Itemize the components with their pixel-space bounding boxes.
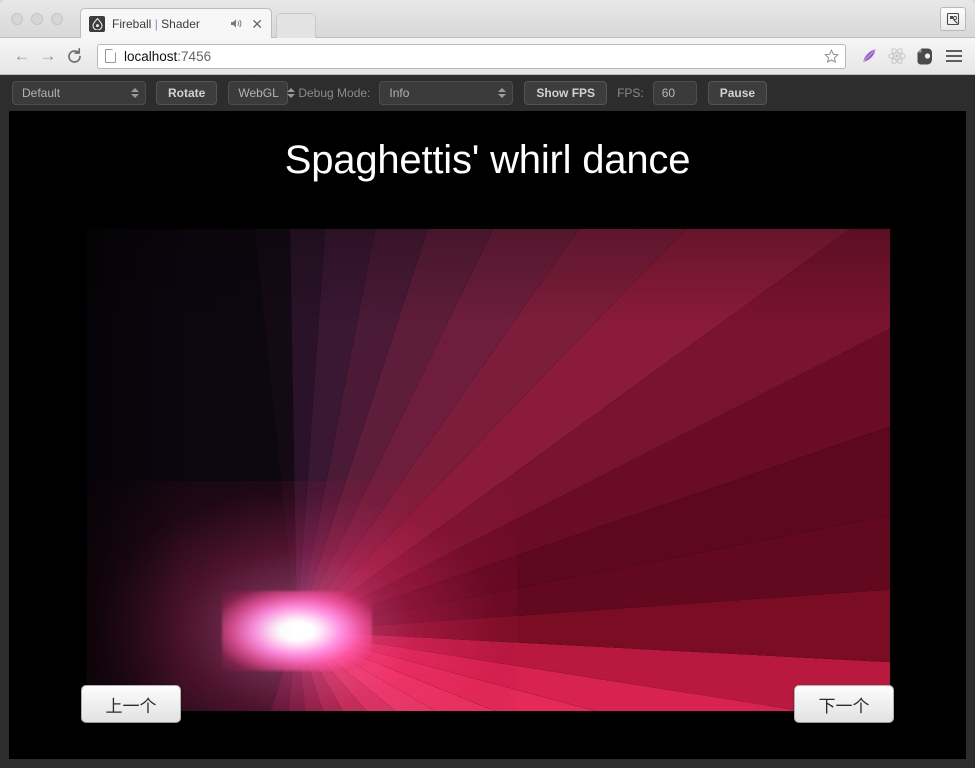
chevron-updown-icon <box>130 88 139 98</box>
page-content: Default Rotate WebGL Debug Mode: Info Sh… <box>0 75 975 768</box>
url-port: :7456 <box>177 48 212 64</box>
pause-button[interactable]: Pause <box>707 81 768 105</box>
tab-strip: Fireball | Shader ✕ <box>0 0 975 38</box>
previous-button[interactable]: 上一个 <box>81 685 181 723</box>
shader-stage: Spaghettis' whirl dance 上一个 下一个 <box>9 111 966 759</box>
shader-glow-core <box>222 591 372 671</box>
evernote-icon[interactable] <box>912 43 938 69</box>
address-bar[interactable]: localhost:7456 <box>97 43 846 69</box>
document-icon <box>105 49 116 63</box>
shader-toolbar: Default Rotate WebGL Debug Mode: Info Sh… <box>0 75 975 111</box>
browser-nav-bar: ← → localhost:7456 <box>0 38 975 75</box>
show-fps-button-label: Show FPS <box>536 86 596 100</box>
renderer-select[interactable]: WebGL <box>228 81 296 105</box>
zoom-window-button[interactable] <box>51 13 63 25</box>
address-bar-url[interactable]: localhost:7456 <box>124 49 821 64</box>
rotate-button[interactable]: Rotate <box>156 81 218 105</box>
tab-title-app: Fireball <box>112 16 152 31</box>
chevron-updown-icon <box>497 88 506 98</box>
preset-select[interactable]: Default <box>12 81 146 105</box>
tab-title-page: Shader <box>161 16 200 31</box>
show-fps-button[interactable]: Show FPS <box>524 81 608 105</box>
feather-icon[interactable] <box>856 43 882 69</box>
next-button[interactable]: 下一个 <box>794 685 894 723</box>
hamburger-menu-icon[interactable] <box>942 50 966 62</box>
pause-button-label: Pause <box>719 86 756 100</box>
page-title: Spaghettis' whirl dance <box>284 138 691 182</box>
reload-icon[interactable] <box>61 43 87 69</box>
close-icon[interactable]: ✕ <box>251 17 265 31</box>
debug-mode-label: Debug Mode: <box>298 86 371 100</box>
fireball-droplet-icon <box>89 15 105 32</box>
browser-window: Fireball | Shader ✕ ← → localhost:7456 D… <box>0 0 975 768</box>
previous-button-label: 上一个 <box>105 696 157 716</box>
browser-tab-title: Fireball | Shader <box>112 17 230 31</box>
fps-value-text: 60 <box>661 86 676 100</box>
shader-canvas[interactable] <box>87 229 890 711</box>
debug-mode-select[interactable]: Info <box>379 81 514 105</box>
window-traffic-lights <box>11 13 63 25</box>
minimize-window-button[interactable] <box>31 13 43 25</box>
arrow-right-icon[interactable]: → <box>35 43 61 69</box>
url-host: localhost <box>124 48 178 64</box>
next-button-label: 下一个 <box>818 696 870 716</box>
renderer-select-value: WebGL <box>238 86 279 100</box>
chevron-updown-icon <box>287 88 296 98</box>
browser-tab-active[interactable]: Fireball | Shader ✕ <box>80 8 272 38</box>
react-devtools-icon[interactable] <box>884 43 910 69</box>
preset-select-value: Default <box>22 86 61 100</box>
new-tab-button[interactable] <box>276 13 316 38</box>
arrow-left-icon[interactable]: ← <box>9 43 35 69</box>
star-icon[interactable] <box>821 46 841 66</box>
rotate-button-label: Rotate <box>168 86 206 100</box>
fps-label: FPS: <box>617 86 644 100</box>
speaker-icon[interactable] <box>230 18 243 29</box>
fps-value-field[interactable]: 60 <box>652 81 697 105</box>
close-window-button[interactable] <box>11 13 23 25</box>
debug-mode-select-value: Info <box>389 86 410 100</box>
evernote-clip-icon[interactable] <box>940 7 966 31</box>
